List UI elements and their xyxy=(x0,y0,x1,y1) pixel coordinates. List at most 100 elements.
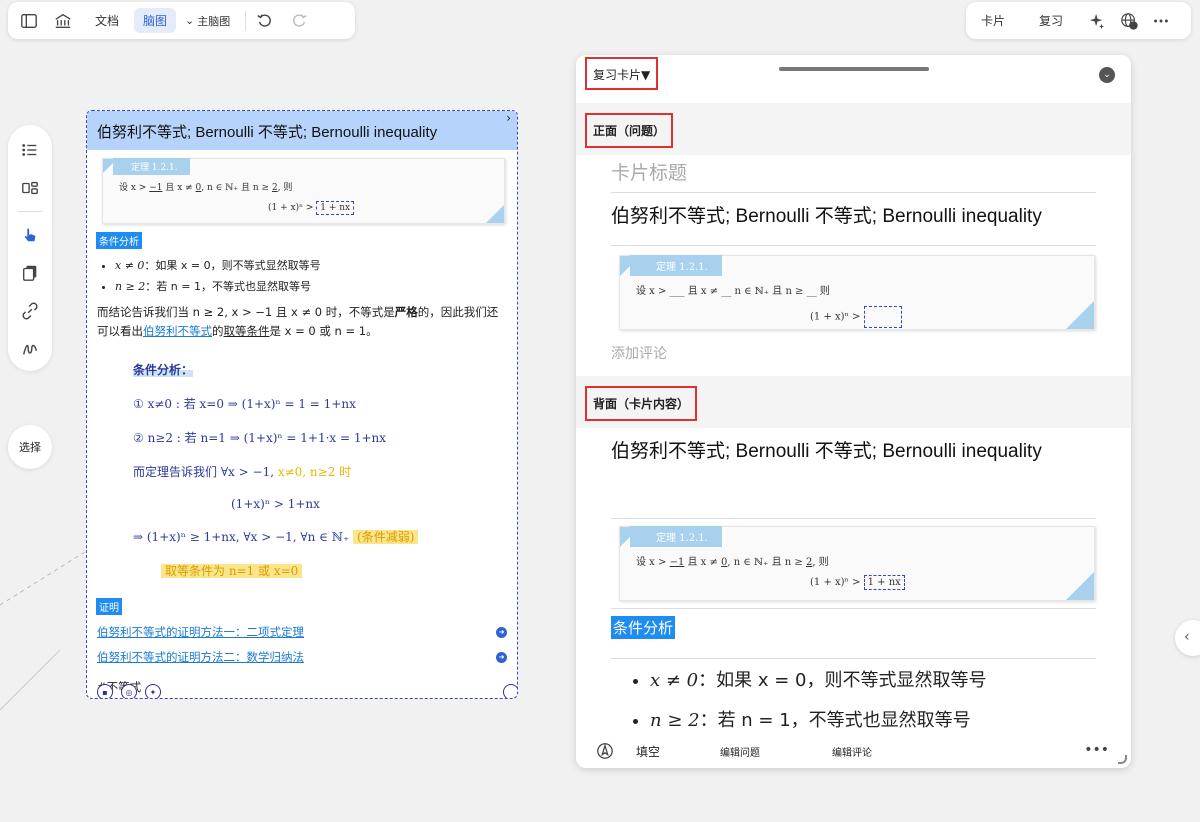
proof-link-row: 伯努利不等式的证明方法二：数学归纳法 ➜ xyxy=(97,649,507,665)
more-icon[interactable] xyxy=(1148,8,1174,34)
outline-list-icon[interactable] xyxy=(14,135,46,165)
edit-comment-button[interactable]: 编辑评论 xyxy=(832,744,872,759)
proof-link-induction[interactable]: 伯努利不等式的证明方法二：数学归纳法 xyxy=(97,649,304,665)
left-tool-rail xyxy=(8,125,52,371)
topic-select[interactable]: ⌄ 主脑图 xyxy=(176,9,239,33)
front-section-bar: 正面（问题） xyxy=(576,103,1131,155)
divider xyxy=(245,10,247,31)
list-item: n ≥ 2：若 n = 1，不等式也显然取等号 xyxy=(115,276,517,297)
review-card-panel: 复习卡片▼ ⌄ 正面（问题） 卡片标题 伯努利不等式; Bernoulli 不等… xyxy=(576,55,1131,768)
theorem-line-1: 设 x > ___ 且 x ≠ __ n ∈ ℕ₊ 且 n ≥ __ 则 xyxy=(636,286,830,297)
theorem-text: 且 x ≠ xyxy=(162,183,196,193)
bullet-math: x ≠ 0 xyxy=(115,259,145,272)
pointer-hand-icon[interactable] xyxy=(14,220,46,250)
back-card-title: 伯努利不等式; Bernoulli 不等式; Bernoulli inequal… xyxy=(611,441,1042,462)
layout-icon[interactable] xyxy=(14,173,46,203)
divider xyxy=(611,658,1096,659)
para-text: 而结论告诉我们当 n ≥ 2, x > −1 且 x ≠ 0 时，不等式是 xyxy=(97,305,395,319)
theorem-text: (1 + x)ⁿ > xyxy=(268,203,314,213)
mindmap-node-card[interactable]: 伯努利不等式; Bernoulli 不等式; Bernoulli inequal… xyxy=(86,110,518,699)
bullet-math: n ≥ 2 xyxy=(115,280,146,293)
collapse-chevron-icon[interactable]: ⌄ xyxy=(1099,67,1115,83)
theorem-line-2: (1 + x)ⁿ > xyxy=(810,306,902,328)
web-help-icon[interactable] xyxy=(1116,8,1142,34)
condition-analysis-tag: 条件分析 xyxy=(96,232,142,249)
panel-footer: 填空 编辑问题 编辑评论 ••• xyxy=(576,734,1131,768)
card-link-icon[interactable]: ◎ xyxy=(121,684,137,698)
chevron-left-icon[interactable]: ‹ xyxy=(1175,620,1200,656)
more-icon[interactable]: ••• xyxy=(1084,742,1109,758)
back-condition-tag: 条件分析 xyxy=(611,616,676,639)
handwritten-line: ⇒ (1+x)ⁿ ≥ 1+nx, ∀x > −1, ∀n ∈ ℕ₊ xyxy=(133,530,350,544)
library-icon[interactable] xyxy=(50,8,76,34)
para-underlined: 取等条件 xyxy=(223,324,270,338)
handwritten-highlight: x≠0, n≥2 时 xyxy=(277,465,352,479)
proof-link-row: 伯努利不等式的证明方法一：二项式定理 ➜ xyxy=(97,624,507,640)
edit-question-button[interactable]: 编辑问题 xyxy=(720,744,760,759)
bernoulli-link[interactable]: 伯努利不等式 xyxy=(143,324,212,338)
link-icon[interactable] xyxy=(14,296,46,326)
theorem-text: (1 + x)ⁿ > xyxy=(810,311,861,323)
arrow-right-icon[interactable]: ➜ xyxy=(496,651,507,663)
theorem-line-2: (1 + x)ⁿ > 1 + nx xyxy=(268,201,355,215)
arrow-right-icon[interactable]: ➜ xyxy=(496,626,507,638)
expand-caret-icon[interactable]: › xyxy=(506,111,511,125)
add-comment-placeholder[interactable]: 添加评论 xyxy=(611,343,667,363)
back-condition-bullets: x ≠ 0：如果 x = 0，则不等式显然取等号 n ≥ 2：若 n = 1，不… xyxy=(650,661,987,741)
back-theorem-image: 定理 1.2.1. 设 x > −1 且 x ≠ 0, n ∈ ℕ₊ 且 n ≥… xyxy=(619,526,1095,601)
theorem-corner-decoration xyxy=(1066,301,1094,329)
review-button[interactable]: 复习 xyxy=(1030,8,1072,33)
navigate-compass-icon[interactable] xyxy=(592,738,618,764)
front-section-label: 正面（问题） xyxy=(585,113,674,148)
sidebar-toggle-icon[interactable] xyxy=(16,8,42,34)
divider xyxy=(611,518,1096,519)
tab-mindmap[interactable]: 脑图 xyxy=(134,8,177,33)
card-button[interactable]: 卡片 xyxy=(972,8,1014,33)
tab-document[interactable]: 文档 xyxy=(86,8,128,33)
theorem-blank: −1 xyxy=(149,183,163,193)
para-bold: 严格 xyxy=(394,305,418,319)
theorem-text: , n ∈ ℕ₊ 且 n ≥ xyxy=(727,557,806,568)
select-label: 选择 xyxy=(19,441,41,454)
node-action-icons: ▪ ◎ ✦ xyxy=(97,684,161,698)
copy-pages-icon[interactable] xyxy=(14,258,46,288)
handwritten-line: ② n≥2 : 若 n=1 ⇒ (1+x)ⁿ = 1+1·x = 1+nx xyxy=(133,431,387,445)
undo-icon[interactable] xyxy=(252,8,278,34)
comment-icon[interactable]: ▪ xyxy=(97,684,113,698)
proof-link-binomial[interactable]: 伯努利不等式的证明方法一：二项式定理 xyxy=(97,624,304,640)
select-button[interactable]: 选择 xyxy=(8,425,52,469)
node-resize-handle[interactable] xyxy=(503,684,517,698)
ai-icon[interactable]: ✦ xyxy=(145,684,161,698)
topic-select-label: 主脑图 xyxy=(197,14,231,28)
theorem-text: (1 + x)ⁿ > xyxy=(810,577,861,588)
card-title-placeholder[interactable]: 卡片标题 xyxy=(611,158,687,185)
fill-blank-button[interactable]: 填空 xyxy=(636,743,660,760)
theorem-line-1: 设 x > −1 且 x ≠ 0, n ∈ ℕ₊ 且 n ≥ 2, 则 xyxy=(636,553,829,568)
divider xyxy=(611,608,1096,609)
resize-grip-icon[interactable] xyxy=(1118,755,1127,764)
list-item: x ≠ 0：如果 x = 0，则不等式显然取等号 xyxy=(115,255,517,276)
theorem-text: 设 x > xyxy=(119,183,150,193)
theorem-line-1: 设 x > −1 且 x ≠ 0, n ∈ ℕ₊ 且 n ≥ 2, 则 xyxy=(119,180,292,193)
divider xyxy=(18,211,42,212)
theorem-text: , 则 xyxy=(812,557,829,568)
theorem-text: , n ∈ ℕ₊ 且 n ≥ xyxy=(201,183,272,193)
ai-sparkle-icon[interactable] xyxy=(1084,8,1110,34)
panel-drag-handle[interactable] xyxy=(779,67,929,71)
redo-icon[interactable] xyxy=(286,8,312,34)
node-title[interactable]: 伯努利不等式; Bernoulli 不等式; Bernoulli inequal… xyxy=(87,111,517,150)
cloze-blank-box[interactable] xyxy=(863,306,902,328)
para-text: 是 x = 0 或 n = 1。 xyxy=(269,324,378,338)
front-theorem-image: 定理 1.2.1. 设 x > ___ 且 x ≠ __ n ∈ ℕ₊ 且 n … xyxy=(619,255,1095,330)
background-connector-lines xyxy=(0,549,89,711)
top-toolbar: 文档 脑图 ⌄ 主脑图 xyxy=(8,2,355,39)
review-card-dropdown[interactable]: 复习卡片▼ xyxy=(585,57,659,90)
handwritten-notes: 条件分析： ① x≠0 : 若 x=0 ⇒ (1+x)ⁿ = 1 = 1+nx … xyxy=(133,361,517,579)
bullet-math: x ≠ 0 xyxy=(650,670,699,691)
card-title[interactable]: 伯努利不等式; Bernoulli 不等式; Bernoulli inequal… xyxy=(611,201,1042,228)
back-section-bar: 背面（卡片内容） xyxy=(576,376,1131,428)
bullet-text: ：如果 x = 0，则不等式显然取等号 xyxy=(144,259,321,272)
freehand-draw-icon[interactable] xyxy=(14,334,46,364)
theorem-blank-box: 1 + nx xyxy=(863,575,905,590)
theorem-line-2: (1 + x)ⁿ > 1 + nx xyxy=(810,575,905,590)
